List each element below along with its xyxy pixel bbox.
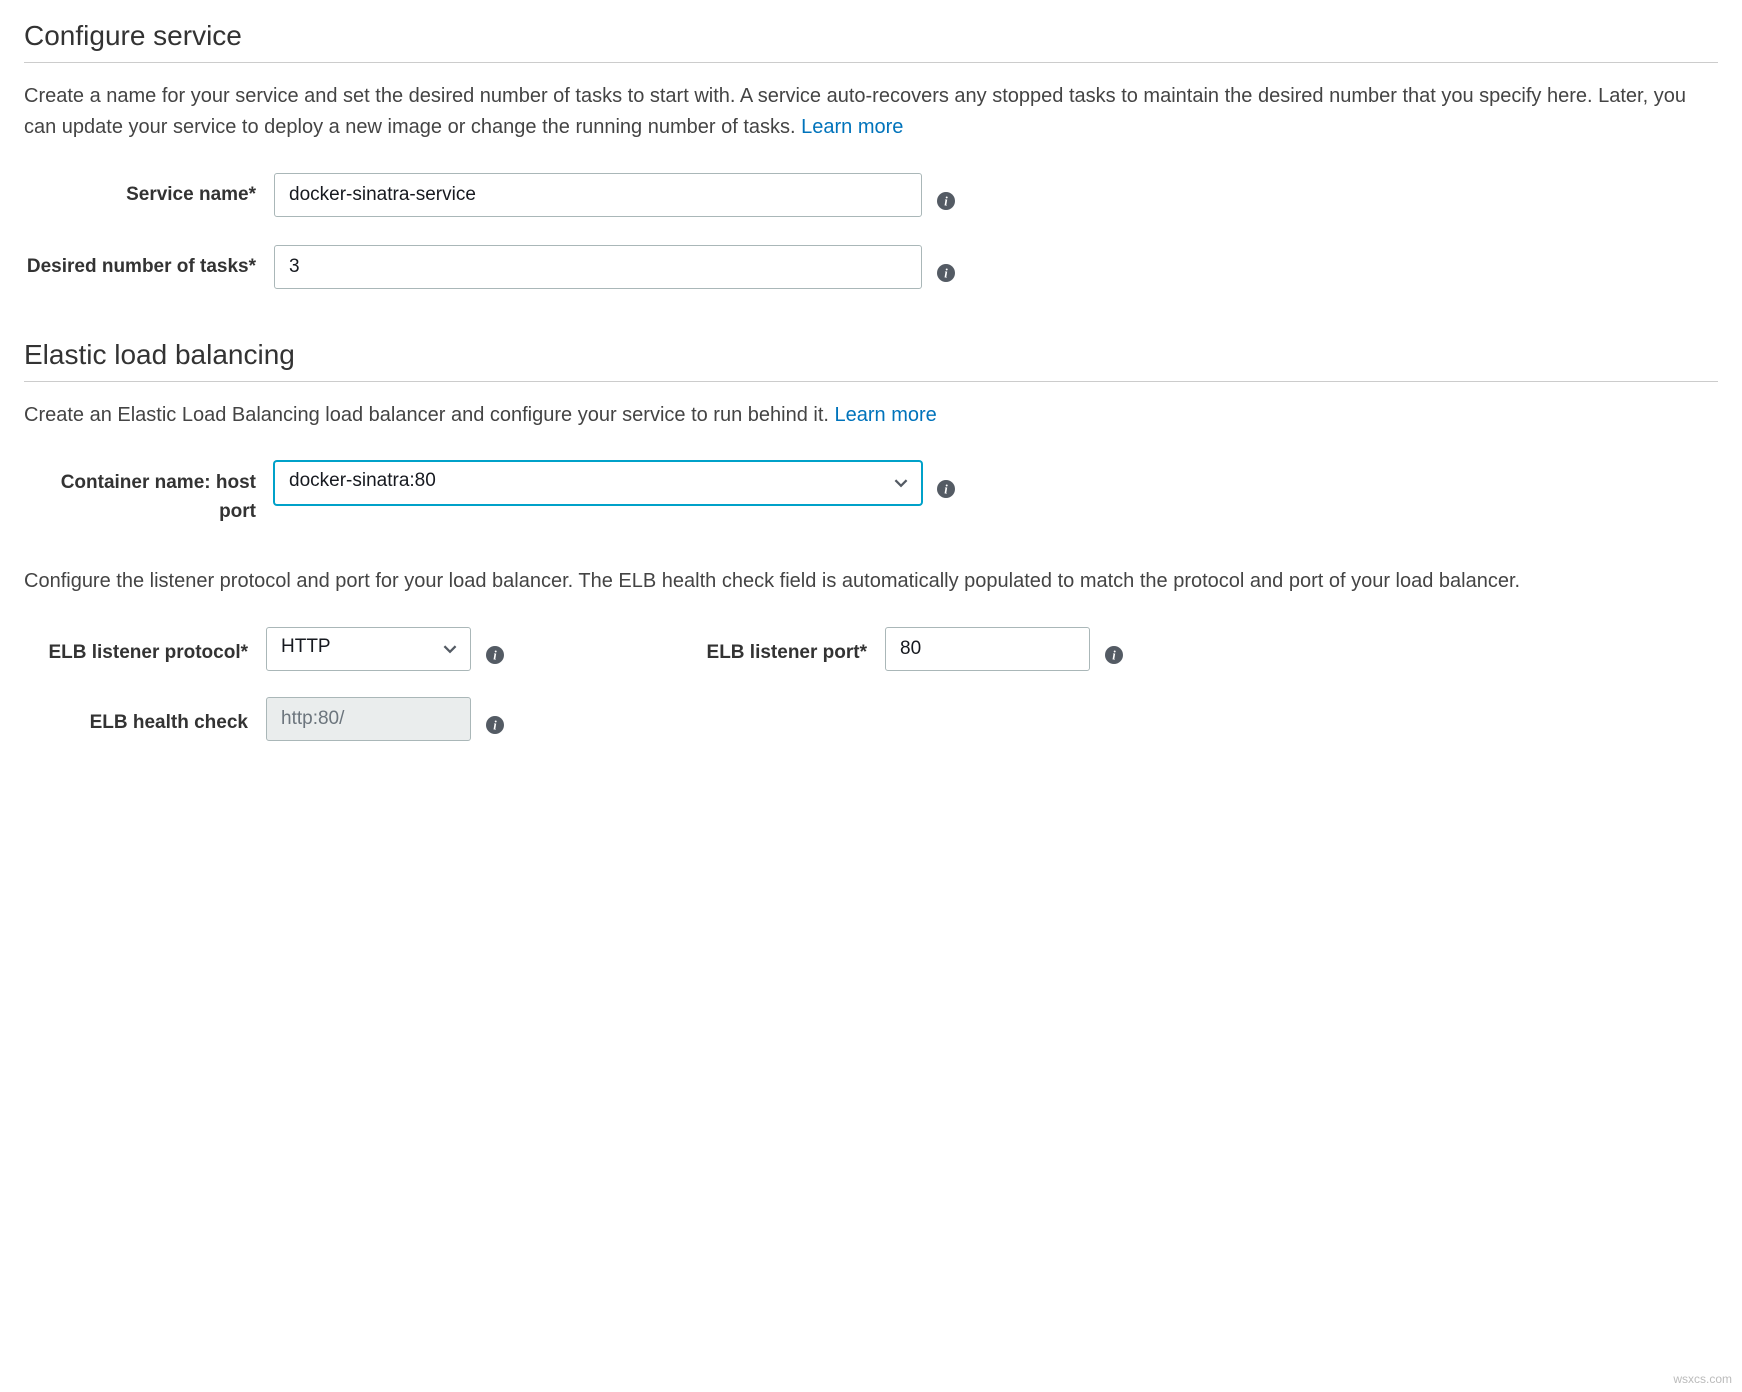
svg-text:i: i bbox=[1112, 649, 1116, 663]
configure-service-description: Create a name for your service and set t… bbox=[24, 81, 1718, 143]
service-name-label: Service name* bbox=[24, 173, 274, 210]
elb-description: Create an Elastic Load Balancing load ba… bbox=[24, 400, 1718, 431]
info-icon[interactable]: i bbox=[1104, 645, 1124, 665]
info-icon[interactable]: i bbox=[936, 191, 956, 211]
svg-text:i: i bbox=[944, 267, 948, 281]
info-icon[interactable]: i bbox=[936, 263, 956, 283]
info-icon[interactable]: i bbox=[485, 645, 505, 665]
watermark: wsxcs.com bbox=[1673, 1372, 1732, 1386]
svg-text:i: i bbox=[944, 483, 948, 497]
desired-tasks-label: Desired number of tasks* bbox=[24, 245, 274, 282]
divider bbox=[24, 381, 1718, 382]
svg-text:i: i bbox=[493, 649, 497, 663]
info-icon[interactable]: i bbox=[485, 715, 505, 735]
service-name-input[interactable] bbox=[274, 173, 922, 217]
elb-listener-port-input[interactable] bbox=[885, 627, 1090, 671]
elb-title: Elastic load balancing bbox=[24, 339, 1718, 371]
elb-health-check-input bbox=[266, 697, 471, 741]
learn-more-link[interactable]: Learn more bbox=[835, 404, 937, 426]
elb-listener-port-label: ELB listener port* bbox=[505, 631, 885, 668]
container-host-port-label: Container name: host port bbox=[24, 461, 274, 526]
elb-listener-protocol-label: ELB listener protocol* bbox=[24, 631, 266, 668]
container-host-port-select[interactable]: docker-sinatra:80 bbox=[274, 461, 922, 505]
elb-listener-description: Configure the listener protocol and port… bbox=[24, 566, 1718, 597]
elb-health-check-label: ELB health check bbox=[24, 701, 266, 738]
container-host-port-row: Container name: host port docker-sinatra… bbox=[24, 461, 1718, 526]
divider bbox=[24, 62, 1718, 63]
elb-listener-row: ELB listener protocol* HTTP i ELB listen… bbox=[24, 627, 1718, 671]
configure-service-title: Configure service bbox=[24, 20, 1718, 52]
service-name-row: Service name* i bbox=[24, 173, 1718, 217]
desired-tasks-input[interactable] bbox=[274, 245, 922, 289]
svg-text:i: i bbox=[944, 195, 948, 209]
info-icon[interactable]: i bbox=[936, 479, 956, 499]
elb-listener-protocol-select[interactable]: HTTP bbox=[266, 627, 471, 671]
desired-tasks-row: Desired number of tasks* i bbox=[24, 245, 1718, 289]
elb-health-check-row: ELB health check i bbox=[24, 697, 1718, 741]
svg-text:i: i bbox=[493, 719, 497, 733]
configure-service-section: Configure service Create a name for your… bbox=[24, 20, 1718, 289]
elastic-load-balancing-section: Elastic load balancing Create an Elastic… bbox=[24, 339, 1718, 741]
learn-more-link[interactable]: Learn more bbox=[801, 116, 903, 138]
